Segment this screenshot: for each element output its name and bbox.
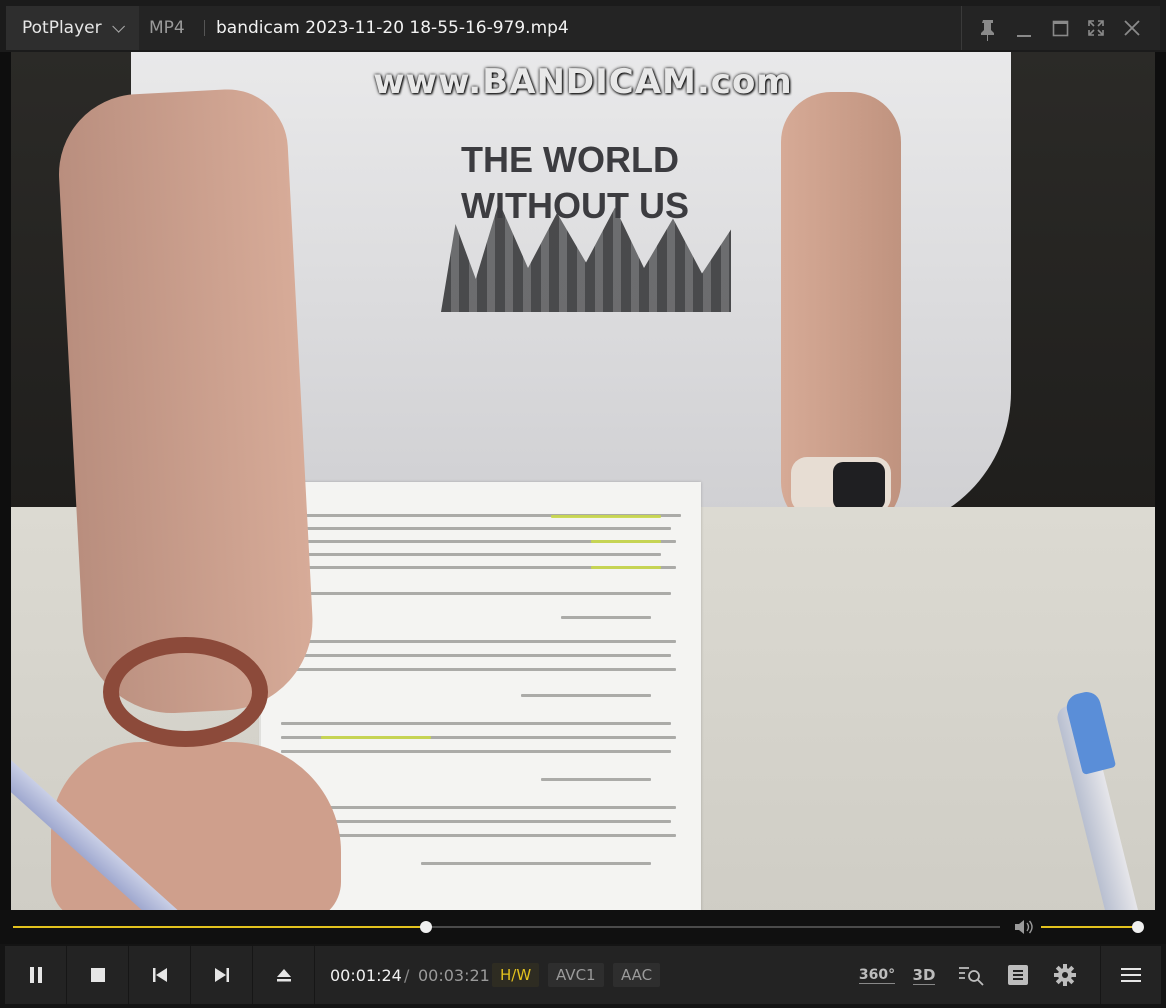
watch-face bbox=[833, 462, 885, 510]
seek-handle[interactable] bbox=[419, 921, 432, 933]
volume-icon[interactable] bbox=[1013, 918, 1035, 936]
volume-slider[interactable] bbox=[1041, 921, 1144, 933]
title-bar-inner: PotPlayer MP4 bandicam 2023-11-20 18-55-… bbox=[6, 6, 1160, 50]
file-title: bandicam 2023-11-20 18-55-16-979.mp4 bbox=[216, 18, 569, 38]
potplayer-menu-button[interactable]: PotPlayer bbox=[6, 6, 139, 50]
shirt-print-text: THE WORLD WITHOUT US bbox=[461, 139, 689, 226]
left-hand bbox=[51, 742, 341, 910]
stop-button[interactable] bbox=[67, 946, 129, 1004]
stop-icon bbox=[90, 968, 105, 982]
app-name: PotPlayer bbox=[22, 18, 102, 38]
menu-icon bbox=[1121, 968, 1141, 982]
eject-icon bbox=[276, 969, 291, 982]
pause-icon bbox=[29, 967, 42, 983]
pin-icon[interactable] bbox=[970, 6, 1006, 50]
next-icon bbox=[214, 968, 229, 982]
video-codec-badge[interactable]: AVC1 bbox=[548, 963, 604, 987]
seek-progress bbox=[13, 926, 426, 928]
window-buttons bbox=[961, 6, 1160, 50]
eject-button[interactable] bbox=[253, 946, 315, 1004]
total-time[interactable]: 00:03:21 bbox=[418, 966, 490, 985]
title-bar: PotPlayer MP4 bandicam 2023-11-20 18-55-… bbox=[0, 0, 1166, 52]
control-bar: 00:01:24 / 00:03:21 H/W AVC1 AAC 360° 3D bbox=[0, 944, 1166, 1008]
volume-handle[interactable] bbox=[1132, 921, 1144, 933]
previous-button[interactable] bbox=[129, 946, 191, 1004]
playlist-icon[interactable] bbox=[1002, 960, 1034, 990]
time-separator: / bbox=[404, 966, 410, 985]
pause-button[interactable] bbox=[5, 946, 67, 1004]
fullscreen-icon[interactable] bbox=[1078, 6, 1114, 50]
left-arm bbox=[54, 86, 318, 718]
menu-button[interactable] bbox=[1100, 946, 1161, 1004]
bracelet bbox=[103, 637, 268, 747]
seek-slider[interactable] bbox=[13, 921, 1000, 933]
hw-decoding-badge[interactable]: H/W bbox=[492, 963, 540, 987]
volume-level bbox=[1041, 926, 1138, 928]
audio-codec-badge[interactable]: AAC bbox=[613, 963, 661, 987]
control-bar-inner: 00:01:24 / 00:03:21 H/W AVC1 AAC 360° 3D bbox=[5, 946, 1161, 1004]
settings-icon[interactable] bbox=[1049, 960, 1081, 990]
format-label: MP4 bbox=[149, 18, 185, 38]
search-zoom-icon[interactable] bbox=[955, 960, 987, 990]
chevron-down-icon bbox=[111, 19, 125, 33]
bandicam-watermark: www.BANDICAM.com bbox=[373, 62, 793, 102]
title-divider bbox=[204, 20, 205, 36]
seek-bar-area bbox=[0, 910, 1166, 944]
3d-icon[interactable]: 3D bbox=[908, 960, 940, 990]
close-icon[interactable] bbox=[1114, 6, 1150, 50]
360-icon[interactable]: 360° bbox=[858, 960, 896, 990]
previous-icon bbox=[152, 968, 167, 982]
maximize-icon[interactable] bbox=[1042, 6, 1078, 50]
video-frame[interactable]: THE WORLD WITHOUT US www.BANDICAM.com bbox=[11, 52, 1155, 910]
next-button[interactable] bbox=[191, 946, 253, 1004]
minimize-icon[interactable] bbox=[1006, 6, 1042, 50]
current-time[interactable]: 00:01:24 bbox=[330, 966, 402, 985]
